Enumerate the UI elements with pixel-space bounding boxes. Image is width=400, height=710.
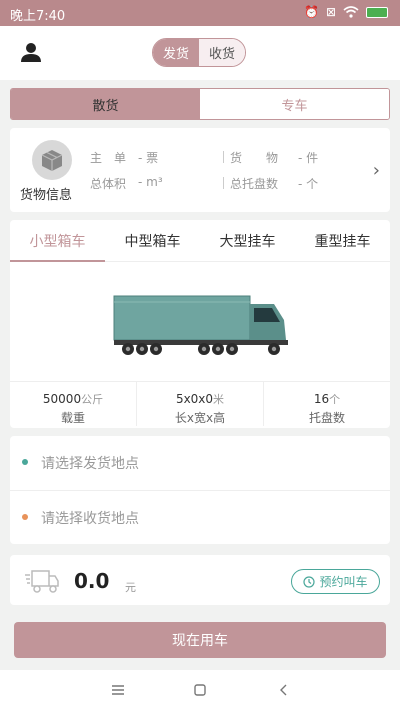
total-pallets-value: - 个 [298, 177, 319, 191]
pallets-value: 16 [313, 392, 330, 406]
dimensions-value: 5x0x0 [175, 392, 214, 406]
package-icon [32, 140, 72, 180]
load-label: 载重 [60, 411, 85, 425]
total-pallets-label: 总托盘数 [230, 177, 279, 191]
tab-ship[interactable]: 发货 [153, 39, 199, 66]
spec-load: 50000公斤 载重 [10, 382, 136, 426]
app-header: 发货 收货 [0, 26, 400, 80]
address-card: 请选择发货地点 请选择收货地点 [10, 436, 390, 544]
pickup-dot-icon [22, 459, 28, 465]
tab-large-trailer[interactable]: 大型挂车 [200, 220, 295, 261]
total-volume-label: 总体积 [90, 177, 127, 191]
system-nav-bar [0, 670, 400, 710]
delivery-address-placeholder: 请选择收货地点 [41, 511, 139, 527]
alarm-icon: ⏰ [303, 5, 319, 19]
mode-tabs: 散货 专车 [10, 88, 390, 120]
field-divider [223, 151, 224, 163]
field-divider [223, 177, 224, 189]
use-now-button[interactable]: 现在用车 [14, 622, 386, 658]
tab-heavy-trailer[interactable]: 重型挂车 [295, 220, 390, 261]
bill-count-label: 主 单 [90, 151, 127, 165]
tab-medium-box-truck[interactable]: 中型箱车 [105, 220, 200, 261]
user-icon[interactable] [20, 41, 42, 63]
load-value: 50000 [42, 392, 82, 406]
goods-info-card[interactable]: 货物信息 主 单 - 票 货 物 - 件 总体积 - m³ 总托盘数 - 个 › [10, 128, 390, 212]
status-icons: ⏰ ⊠ [304, 5, 388, 19]
load-unit: 公斤 [81, 393, 104, 406]
delivery-van-icon [25, 570, 59, 593]
clock-icon [303, 575, 316, 588]
tab-receive[interactable]: 收货 [199, 39, 245, 66]
vehicle-card: 小型箱车 中型箱车 大型挂车 重型挂车 50000公斤 载重 5x0x0米 长x… [10, 220, 390, 428]
menu-icon[interactable] [108, 680, 128, 700]
pickup-address-field[interactable]: 请选择发货地点 [10, 436, 390, 490]
wifi-icon [343, 6, 359, 18]
status-time: 晚上7:40 [10, 9, 66, 24]
pickup-address-placeholder: 请选择发货地点 [41, 456, 139, 472]
bill-count-value: - 票 [138, 151, 159, 165]
delivery-dot-icon [22, 514, 28, 520]
goods-count-label: 货 物 [230, 151, 279, 165]
tab-small-box-truck[interactable]: 小型箱车 [10, 220, 105, 262]
price-value: 0.0 [74, 569, 110, 593]
dimensions-label: 长x宽x高 [174, 411, 226, 425]
tab-dedicated[interactable]: 专车 [200, 89, 389, 119]
reserve-label: 预约叫车 [319, 575, 368, 589]
status-bar: 晚上7:40 ⏰ ⊠ [0, 0, 400, 26]
dimensions-unit: 米 [213, 393, 225, 406]
vehicle-type-tabs: 小型箱车 中型箱车 大型挂车 重型挂车 [10, 220, 390, 262]
back-icon[interactable] [274, 680, 294, 700]
price-unit: 元 [125, 581, 136, 594]
delivery-address-field[interactable]: 请选择收货地点 [10, 490, 390, 544]
pallets-label: 托盘数 [308, 411, 345, 425]
truck-image [113, 295, 288, 355]
total-volume-value: - m³ [138, 175, 163, 189]
notification-off-icon: ⊠ [325, 5, 336, 19]
ship-receive-toggle: 发货 收货 [152, 38, 246, 67]
pallets-unit: 个 [329, 393, 341, 406]
chevron-right-icon: › [372, 160, 380, 181]
goods-count-value: - 件 [298, 151, 319, 165]
price-card: 0.0 元 预约叫车 [10, 555, 390, 605]
vehicle-specs: 50000公斤 载重 5x0x0米 长x宽x高 16个 托盘数 [10, 381, 390, 426]
goods-info-label: 货物信息 [20, 188, 73, 203]
spec-dimensions: 5x0x0米 长x宽x高 [136, 382, 263, 426]
reserve-button[interactable]: 预约叫车 [291, 569, 380, 594]
home-icon[interactable] [190, 680, 210, 700]
battery-icon [366, 6, 388, 18]
spec-pallets: 16个 托盘数 [263, 382, 390, 426]
tab-bulk[interactable]: 散货 [11, 89, 200, 119]
